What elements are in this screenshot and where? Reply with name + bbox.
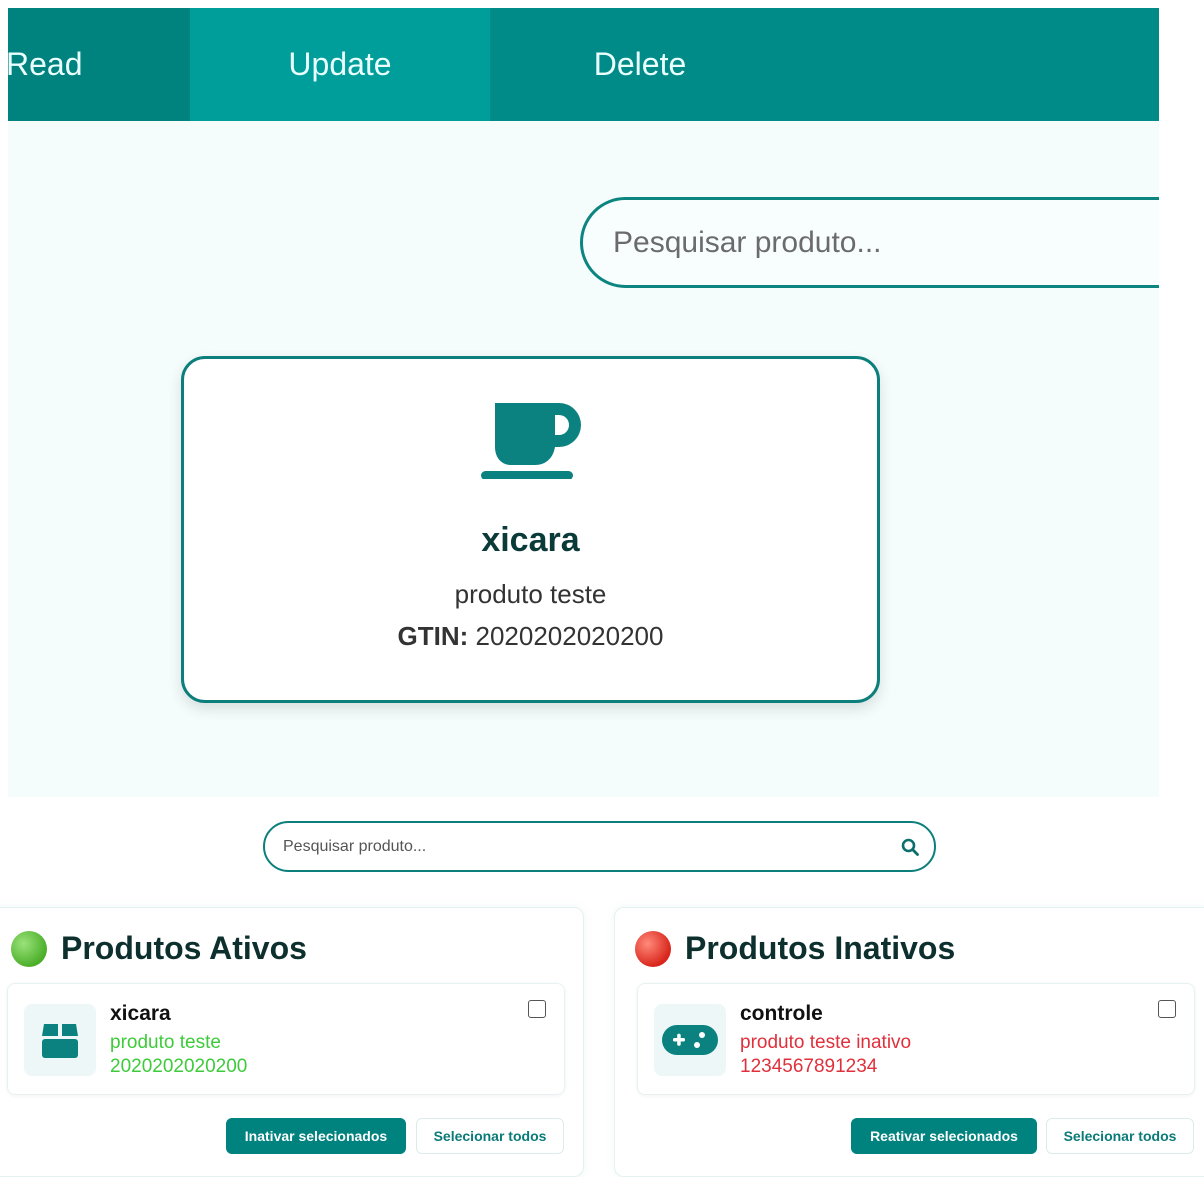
product-card[interactable]: xicara produto teste GTIN: 2020202020200 xyxy=(181,356,880,703)
update-page: Read Update Delete Pesquisar produto... … xyxy=(8,8,1159,797)
item-thumbnail xyxy=(24,1004,96,1076)
item-name: controle xyxy=(740,1002,823,1025)
item-gtin: 1234567891234 xyxy=(740,1056,878,1077)
list-item[interactable]: xicara produto teste 2020202020200 xyxy=(7,983,565,1095)
box-icon xyxy=(42,1024,78,1058)
deactivate-selected-button[interactable]: Inativar selecionados xyxy=(226,1118,406,1154)
gtin-value: 2020202020200 xyxy=(475,621,664,651)
search-icon[interactable] xyxy=(900,837,920,857)
list-search-input[interactable]: Pesquisar produto... xyxy=(263,821,936,872)
item-name: xicara xyxy=(110,1002,171,1025)
green-circle-icon xyxy=(11,930,47,967)
product-description: produto teste xyxy=(454,579,607,609)
gamepad-icon xyxy=(662,1025,718,1055)
item-checkbox[interactable] xyxy=(1158,1000,1176,1018)
item-description: produto teste xyxy=(110,1032,221,1053)
reactivate-selected-button[interactable]: Reativar selecionados xyxy=(851,1118,1037,1154)
inactive-panel-title: Produtos Inativos xyxy=(635,930,955,967)
item-description: produto teste inativo xyxy=(740,1032,912,1053)
gtin-label: GTIN: xyxy=(397,621,469,651)
inactive-products-panel: Produtos Inativos controle produto teste… xyxy=(614,907,1204,1177)
navbar: Read Update Delete xyxy=(8,8,1159,121)
active-products-panel: Produtos Ativos xicara produto teste 202… xyxy=(0,907,584,1177)
cup-icon xyxy=(481,403,581,479)
product-gtin: GTIN: 2020202020200 xyxy=(184,621,877,652)
select-all-inactive-button[interactable]: Selecionar todos xyxy=(1046,1118,1194,1154)
active-panel-title: Produtos Ativos xyxy=(11,930,307,967)
select-all-active-button[interactable]: Selecionar todos xyxy=(416,1118,564,1154)
red-circle-icon xyxy=(635,930,671,967)
list-search-placeholder: Pesquisar produto... xyxy=(283,837,427,855)
item-checkbox[interactable] xyxy=(528,1000,546,1018)
item-thumbnail xyxy=(654,1004,726,1076)
search-placeholder: Pesquisar produto... xyxy=(613,225,882,259)
list-item[interactable]: controle produto teste inativo 123456789… xyxy=(637,983,1195,1095)
tab-update[interactable]: Update xyxy=(190,8,490,121)
product-name: xicara xyxy=(481,521,580,559)
product-search-input[interactable]: Pesquisar produto... xyxy=(580,197,1159,288)
tab-read[interactable]: Read xyxy=(8,8,190,121)
item-gtin: 2020202020200 xyxy=(110,1056,248,1077)
tab-delete[interactable]: Delete xyxy=(490,8,790,121)
